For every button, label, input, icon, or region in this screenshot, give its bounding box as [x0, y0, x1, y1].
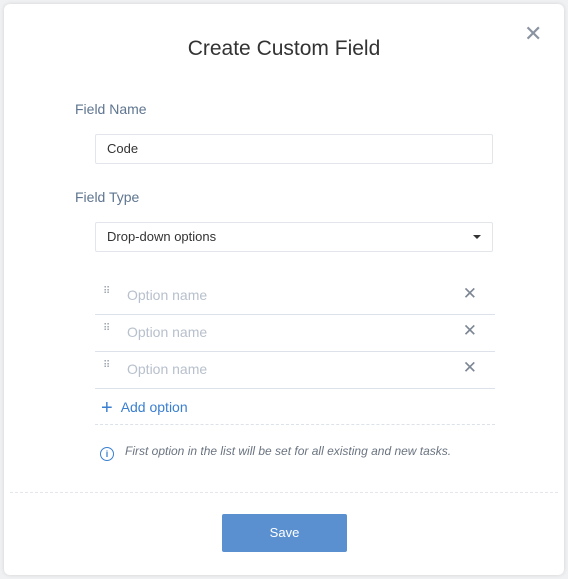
- add-option-button[interactable]: + Add option: [101, 397, 188, 420]
- save-button[interactable]: Save: [222, 514, 347, 552]
- dialog-title: Create Custom Field: [187, 37, 381, 60]
- add-option-label: Add option: [120, 399, 188, 415]
- divider: [95, 424, 495, 425]
- caret-down-icon: [473, 235, 481, 239]
- field-name-input[interactable]: Code: [95, 134, 493, 164]
- drag-handle-icon[interactable]: ⠿: [103, 324, 110, 334]
- drag-handle-icon[interactable]: ⠿: [103, 287, 110, 297]
- plus-icon: +: [101, 397, 113, 419]
- option-row: ⠿ Option name ✕: [95, 277, 495, 315]
- option-name-input[interactable]: Option name: [127, 287, 207, 303]
- remove-option-icon[interactable]: ✕: [463, 358, 477, 378]
- field-type-select[interactable]: Drop-down options: [95, 222, 493, 252]
- info-icon: i: [100, 447, 114, 461]
- field-type-value: Drop-down options: [107, 229, 217, 244]
- remove-option-icon[interactable]: ✕: [463, 284, 477, 304]
- drag-handle-icon[interactable]: ⠿: [103, 361, 110, 371]
- footer-divider: [10, 492, 558, 493]
- info-text: First option in the list will be set for…: [125, 444, 452, 458]
- create-custom-field-dialog: Create Custom Field ✕ Field Name Code Fi…: [4, 4, 564, 575]
- info-note: i First option in the list will be set fo…: [100, 444, 451, 461]
- remove-option-icon[interactable]: ✕: [463, 321, 477, 341]
- option-row: ⠿ Option name ✕: [95, 314, 495, 352]
- field-type-label: Field Type: [75, 189, 140, 205]
- option-name-input[interactable]: Option name: [127, 361, 207, 377]
- option-name-input[interactable]: Option name: [127, 324, 207, 340]
- field-name-label: Field Name: [75, 101, 147, 117]
- option-row: ⠿ Option name ✕: [95, 351, 495, 389]
- close-icon[interactable]: ✕: [524, 23, 542, 45]
